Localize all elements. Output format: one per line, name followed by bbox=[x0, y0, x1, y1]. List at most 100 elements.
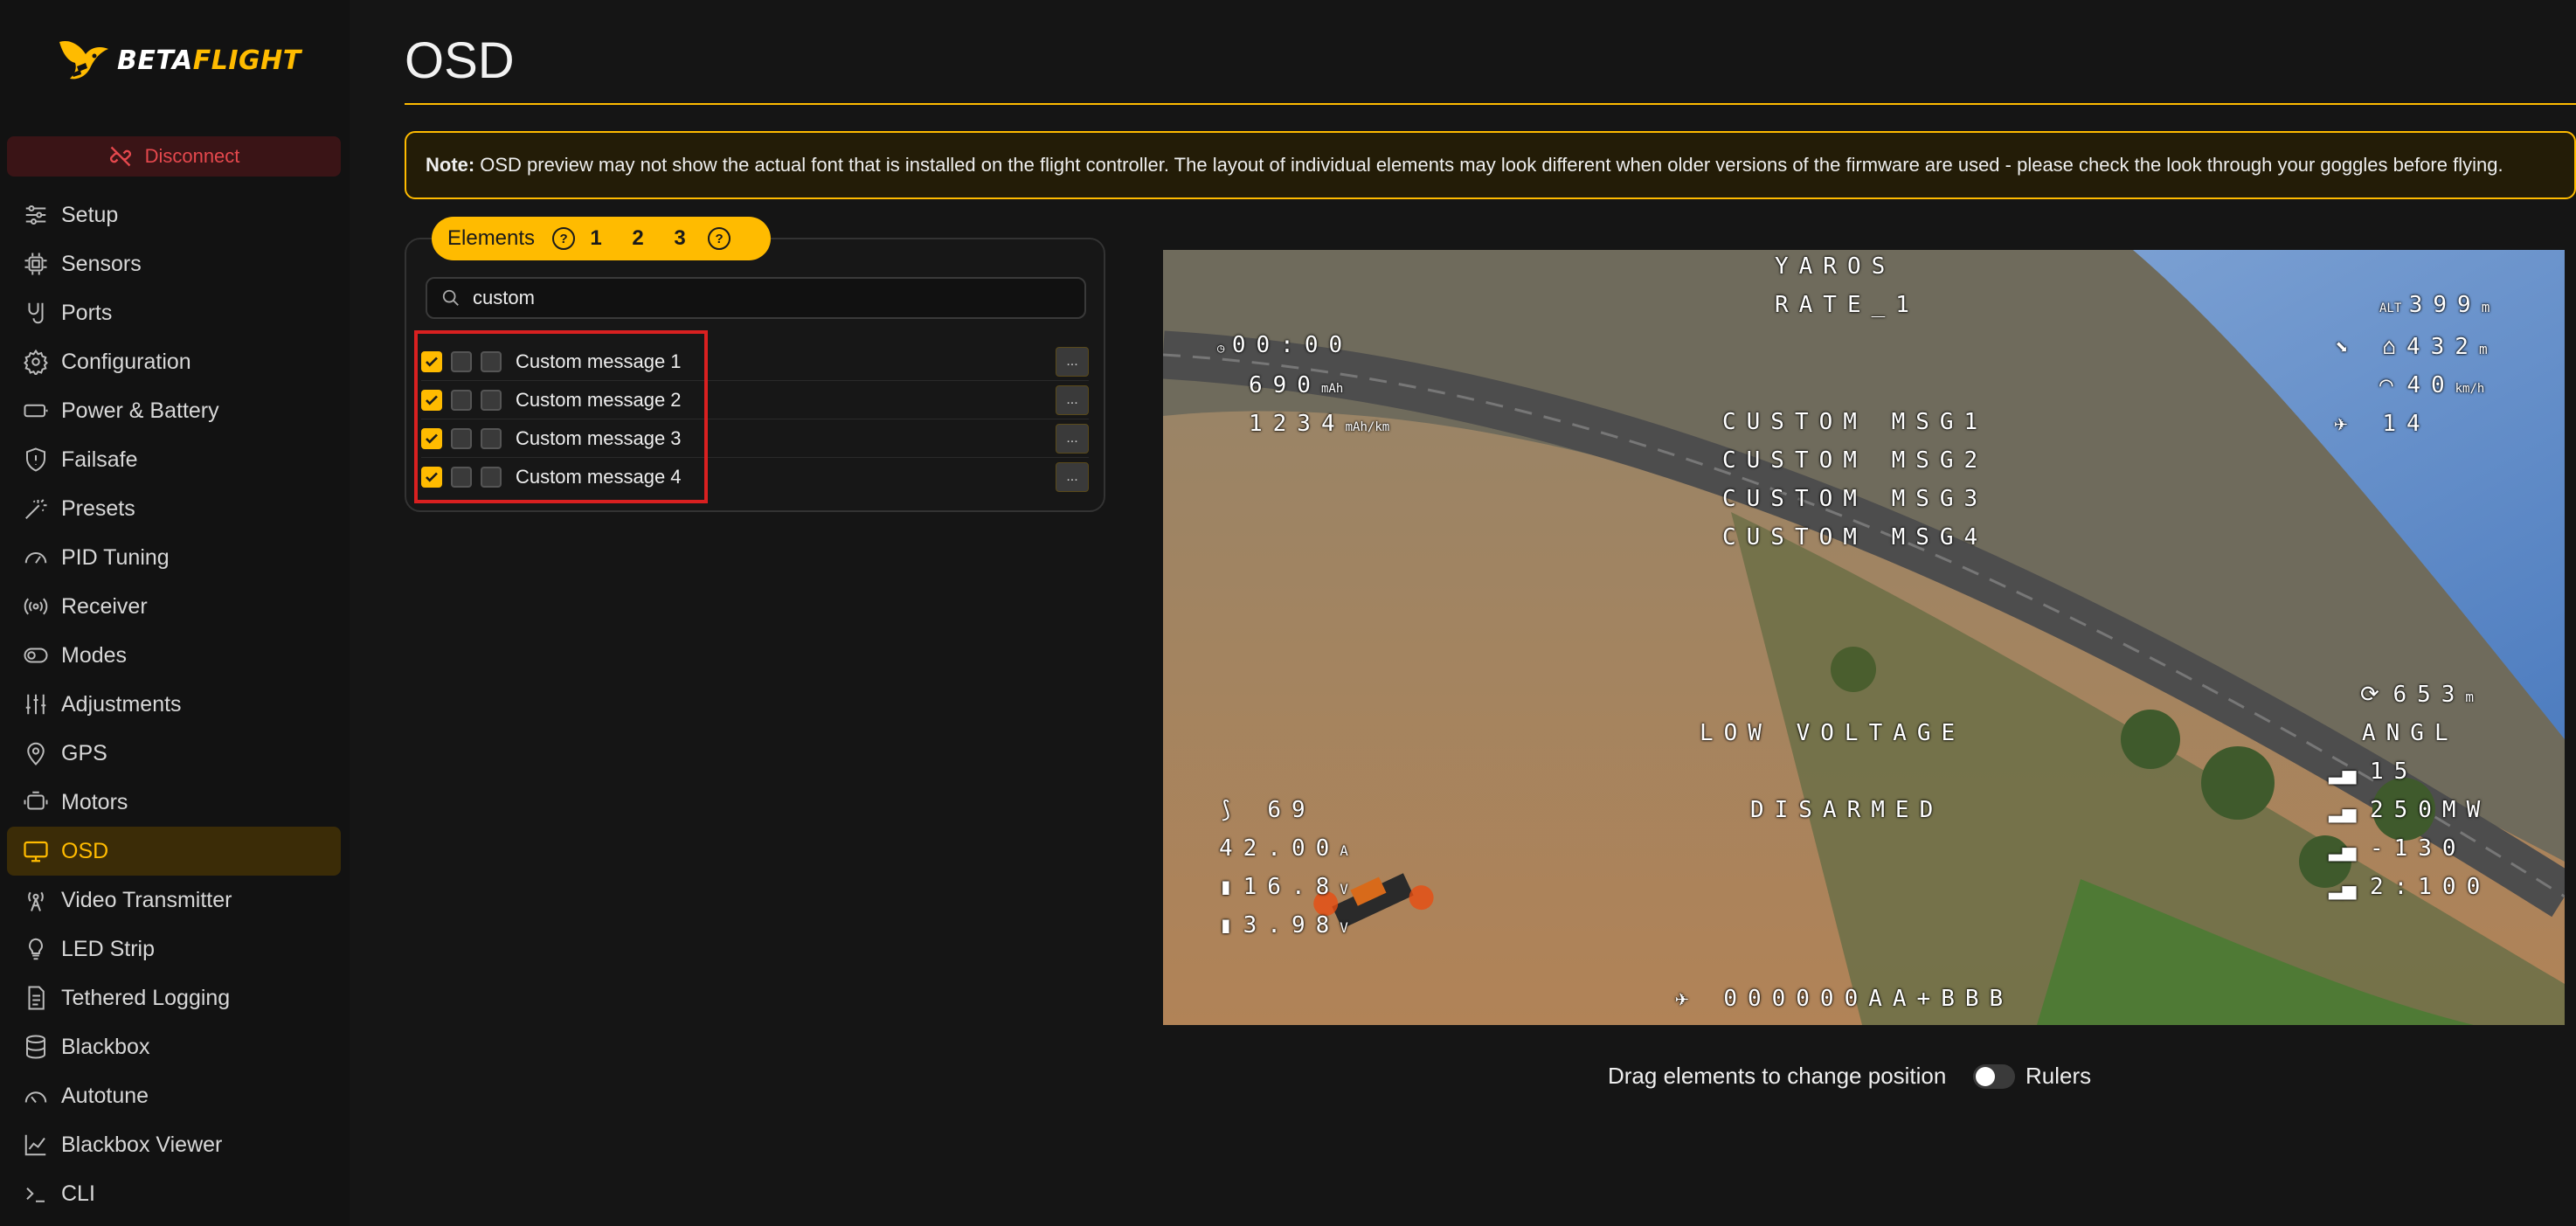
check-icon bbox=[426, 433, 438, 444]
osd-altitude[interactable]: ALT 399m bbox=[2379, 292, 2489, 318]
tab-profile-3[interactable]: 3 bbox=[659, 226, 701, 251]
profile-1-checkbox[interactable] bbox=[421, 427, 442, 449]
gear-icon bbox=[24, 349, 48, 375]
osd-flight-distance[interactable]: ⟳ 653m bbox=[2360, 682, 2474, 708]
sidebar-item-power-battery[interactable]: Power & Battery bbox=[7, 386, 341, 435]
search-icon bbox=[442, 289, 459, 306]
element-options-button[interactable]: ... bbox=[1056, 423, 1089, 454]
element-label: Custom message 4 bbox=[516, 465, 682, 488]
list-item: Custom message 3 ... bbox=[421, 419, 1089, 458]
osd-gps-sats[interactable]: ✈ 14 bbox=[2334, 411, 2431, 437]
osd-rssi[interactable]: ▂▄ 15 bbox=[2329, 758, 2418, 785]
shield-icon bbox=[26, 447, 45, 472]
sidebar-item-label: CLI bbox=[61, 1181, 95, 1206]
sidebar-item-label: Setup bbox=[61, 202, 119, 227]
profile-3-checkbox[interactable] bbox=[481, 427, 502, 449]
sidebar-item-led-strip[interactable]: LED Strip bbox=[7, 925, 341, 973]
sidebar-item-sensors[interactable]: Sensors bbox=[7, 239, 341, 288]
clock-icon: ◷ bbox=[1217, 342, 1232, 356]
sidebar-item-video-transmitter[interactable]: Video Transmitter bbox=[7, 876, 341, 925]
sidebar-item-gps[interactable]: GPS bbox=[7, 729, 341, 778]
distance-icon: ⟳ bbox=[2360, 682, 2393, 708]
rulers-toggle[interactable] bbox=[1973, 1064, 2015, 1089]
profile-2-checkbox[interactable] bbox=[451, 350, 472, 372]
osd-custom-msg-3[interactable]: CUSTOM MSG3 bbox=[1722, 486, 1988, 512]
tab-profile-2[interactable]: 2 bbox=[617, 226, 659, 251]
note-text: OSD preview may not show the actual font… bbox=[480, 154, 2503, 176]
tab-elements[interactable]: Elements bbox=[447, 226, 535, 251]
osd-warning-low-voltage[interactable]: LOW VOLTAGE bbox=[1700, 720, 1965, 746]
osd-custom-msg-1[interactable]: CUSTOM MSG1 bbox=[1722, 409, 1988, 435]
element-search bbox=[426, 277, 1086, 319]
osd-flight-mode[interactable]: ANGL bbox=[2362, 720, 2459, 746]
osd-mah-drawn[interactable]: 690mAh bbox=[1249, 372, 1343, 398]
battery-icon bbox=[24, 404, 48, 418]
profile-2-checkbox[interactable] bbox=[451, 466, 472, 488]
sidebar-item-blackbox[interactable]: Blackbox bbox=[7, 1022, 341, 1071]
profile-2-checkbox[interactable] bbox=[451, 389, 472, 411]
element-options-button[interactable]: ... bbox=[1056, 461, 1089, 492]
sidebar-item-motors[interactable]: Motors bbox=[7, 778, 341, 827]
wand-icon bbox=[25, 499, 47, 519]
disconnect-button[interactable]: Disconnect bbox=[7, 136, 341, 177]
profile-3-checkbox[interactable] bbox=[481, 350, 502, 372]
sidebar-item-label: Tethered Logging bbox=[61, 985, 231, 1010]
sidebar-item-label: Blackbox bbox=[61, 1034, 150, 1059]
profile-1-checkbox[interactable] bbox=[421, 350, 442, 372]
help-icon[interactable]: ? bbox=[708, 227, 731, 250]
osd-disarmed[interactable]: DISARMED bbox=[1750, 797, 1943, 823]
sidebar-item-label: PID Tuning bbox=[61, 544, 170, 570]
osd-craft-name[interactable]: YAROS bbox=[1775, 253, 1895, 280]
profile-1-checkbox[interactable] bbox=[421, 389, 442, 411]
sidebar-item-setup[interactable]: Setup bbox=[7, 190, 341, 239]
sidebar-item-ports[interactable]: Ports bbox=[7, 288, 341, 337]
osd-speed[interactable]: ◠ 40km/h bbox=[2379, 372, 2484, 398]
osd-preview[interactable]: YAROS RATE_1 ◷ 00:00 690mAh 1234mAh/km C… bbox=[1163, 250, 2565, 1025]
sidebar-item-presets[interactable]: Presets bbox=[7, 484, 341, 533]
profile-3-checkbox[interactable] bbox=[481, 466, 502, 488]
sidebar-item-tethered-logging[interactable]: Tethered Logging bbox=[7, 973, 341, 1022]
help-icon[interactable]: ? bbox=[552, 227, 576, 250]
osd-custom-msg-2[interactable]: CUSTOM MSG2 bbox=[1722, 447, 1988, 474]
satellite-icon: ✈ bbox=[2334, 411, 2383, 437]
profile-1-checkbox[interactable] bbox=[421, 466, 442, 488]
osd-cell-voltage[interactable]: ▮3.98V bbox=[1219, 912, 1348, 939]
sidebar-item-adjustments[interactable]: Adjustments bbox=[7, 680, 341, 729]
sidebar: BETAFLIGHT Disconnect Setup Sensors Port… bbox=[0, 0, 350, 1226]
sidebar-item-blackbox-viewer[interactable]: Blackbox Viewer bbox=[7, 1120, 341, 1169]
sidebar-item-configuration[interactable]: Configuration bbox=[7, 337, 341, 386]
disconnect-label: Disconnect bbox=[144, 145, 240, 167]
sidebar-item-label: OSD bbox=[61, 838, 109, 863]
sidebar-item-label: Receiver bbox=[61, 593, 148, 619]
bee-logo-icon bbox=[59, 40, 108, 80]
profile-2-checkbox[interactable] bbox=[451, 427, 472, 449]
sidebar-item-pid-tuning[interactable]: PID Tuning bbox=[7, 533, 341, 582]
search-input[interactable] bbox=[471, 286, 1069, 310]
osd-throttle[interactable]: ⟆ 69 bbox=[1219, 797, 1316, 823]
profile-3-checkbox[interactable] bbox=[481, 389, 502, 411]
osd-battery-voltage[interactable]: ▮16.8V bbox=[1219, 874, 1348, 900]
osd-rssi-dbm[interactable]: ▂▄ -130 bbox=[2329, 835, 2467, 862]
toggle-icon bbox=[24, 648, 48, 663]
sidebar-item-failsafe[interactable]: Failsafe bbox=[7, 435, 341, 484]
osd-home-distance[interactable]: ⬊ ⌂432m bbox=[2334, 334, 2488, 360]
element-options-button[interactable]: ... bbox=[1056, 346, 1089, 377]
sidebar-item-receiver[interactable]: Receiver bbox=[7, 582, 341, 631]
sidebar-item-label: Sensors bbox=[61, 251, 142, 276]
sidebar-item-cli[interactable]: CLI bbox=[7, 1169, 341, 1218]
osd-custom-msg-4[interactable]: CUSTOM MSG4 bbox=[1722, 524, 1988, 551]
osd-vtx-power[interactable]: ▂▄ 250MW bbox=[2329, 797, 2490, 823]
tab-profile-1[interactable]: 1 bbox=[575, 226, 617, 251]
osd-timer[interactable]: ◷ 00:00 bbox=[1217, 332, 1353, 358]
sidebar-item-modes[interactable]: Modes bbox=[7, 631, 341, 680]
osd-gps-coordinates[interactable]: ✈ 000000AA+BBB bbox=[1675, 986, 2013, 1012]
osd-efficiency[interactable]: 1234mAh/km bbox=[1249, 411, 1389, 437]
osd-link-quality[interactable]: ▂▄ 2:100 bbox=[2329, 874, 2490, 900]
sidebar-item-label: Failsafe bbox=[61, 447, 138, 472]
sidebar-item-autotune[interactable]: Autotune bbox=[7, 1071, 341, 1120]
osd-rate-profile[interactable]: RATE_1 bbox=[1775, 292, 1920, 318]
element-options-button[interactable]: ... bbox=[1056, 384, 1089, 415]
fpv-background-image bbox=[1163, 250, 2565, 1025]
osd-current[interactable]: 42.00A bbox=[1219, 835, 1348, 862]
sidebar-item-osd[interactable]: OSD bbox=[7, 827, 341, 876]
